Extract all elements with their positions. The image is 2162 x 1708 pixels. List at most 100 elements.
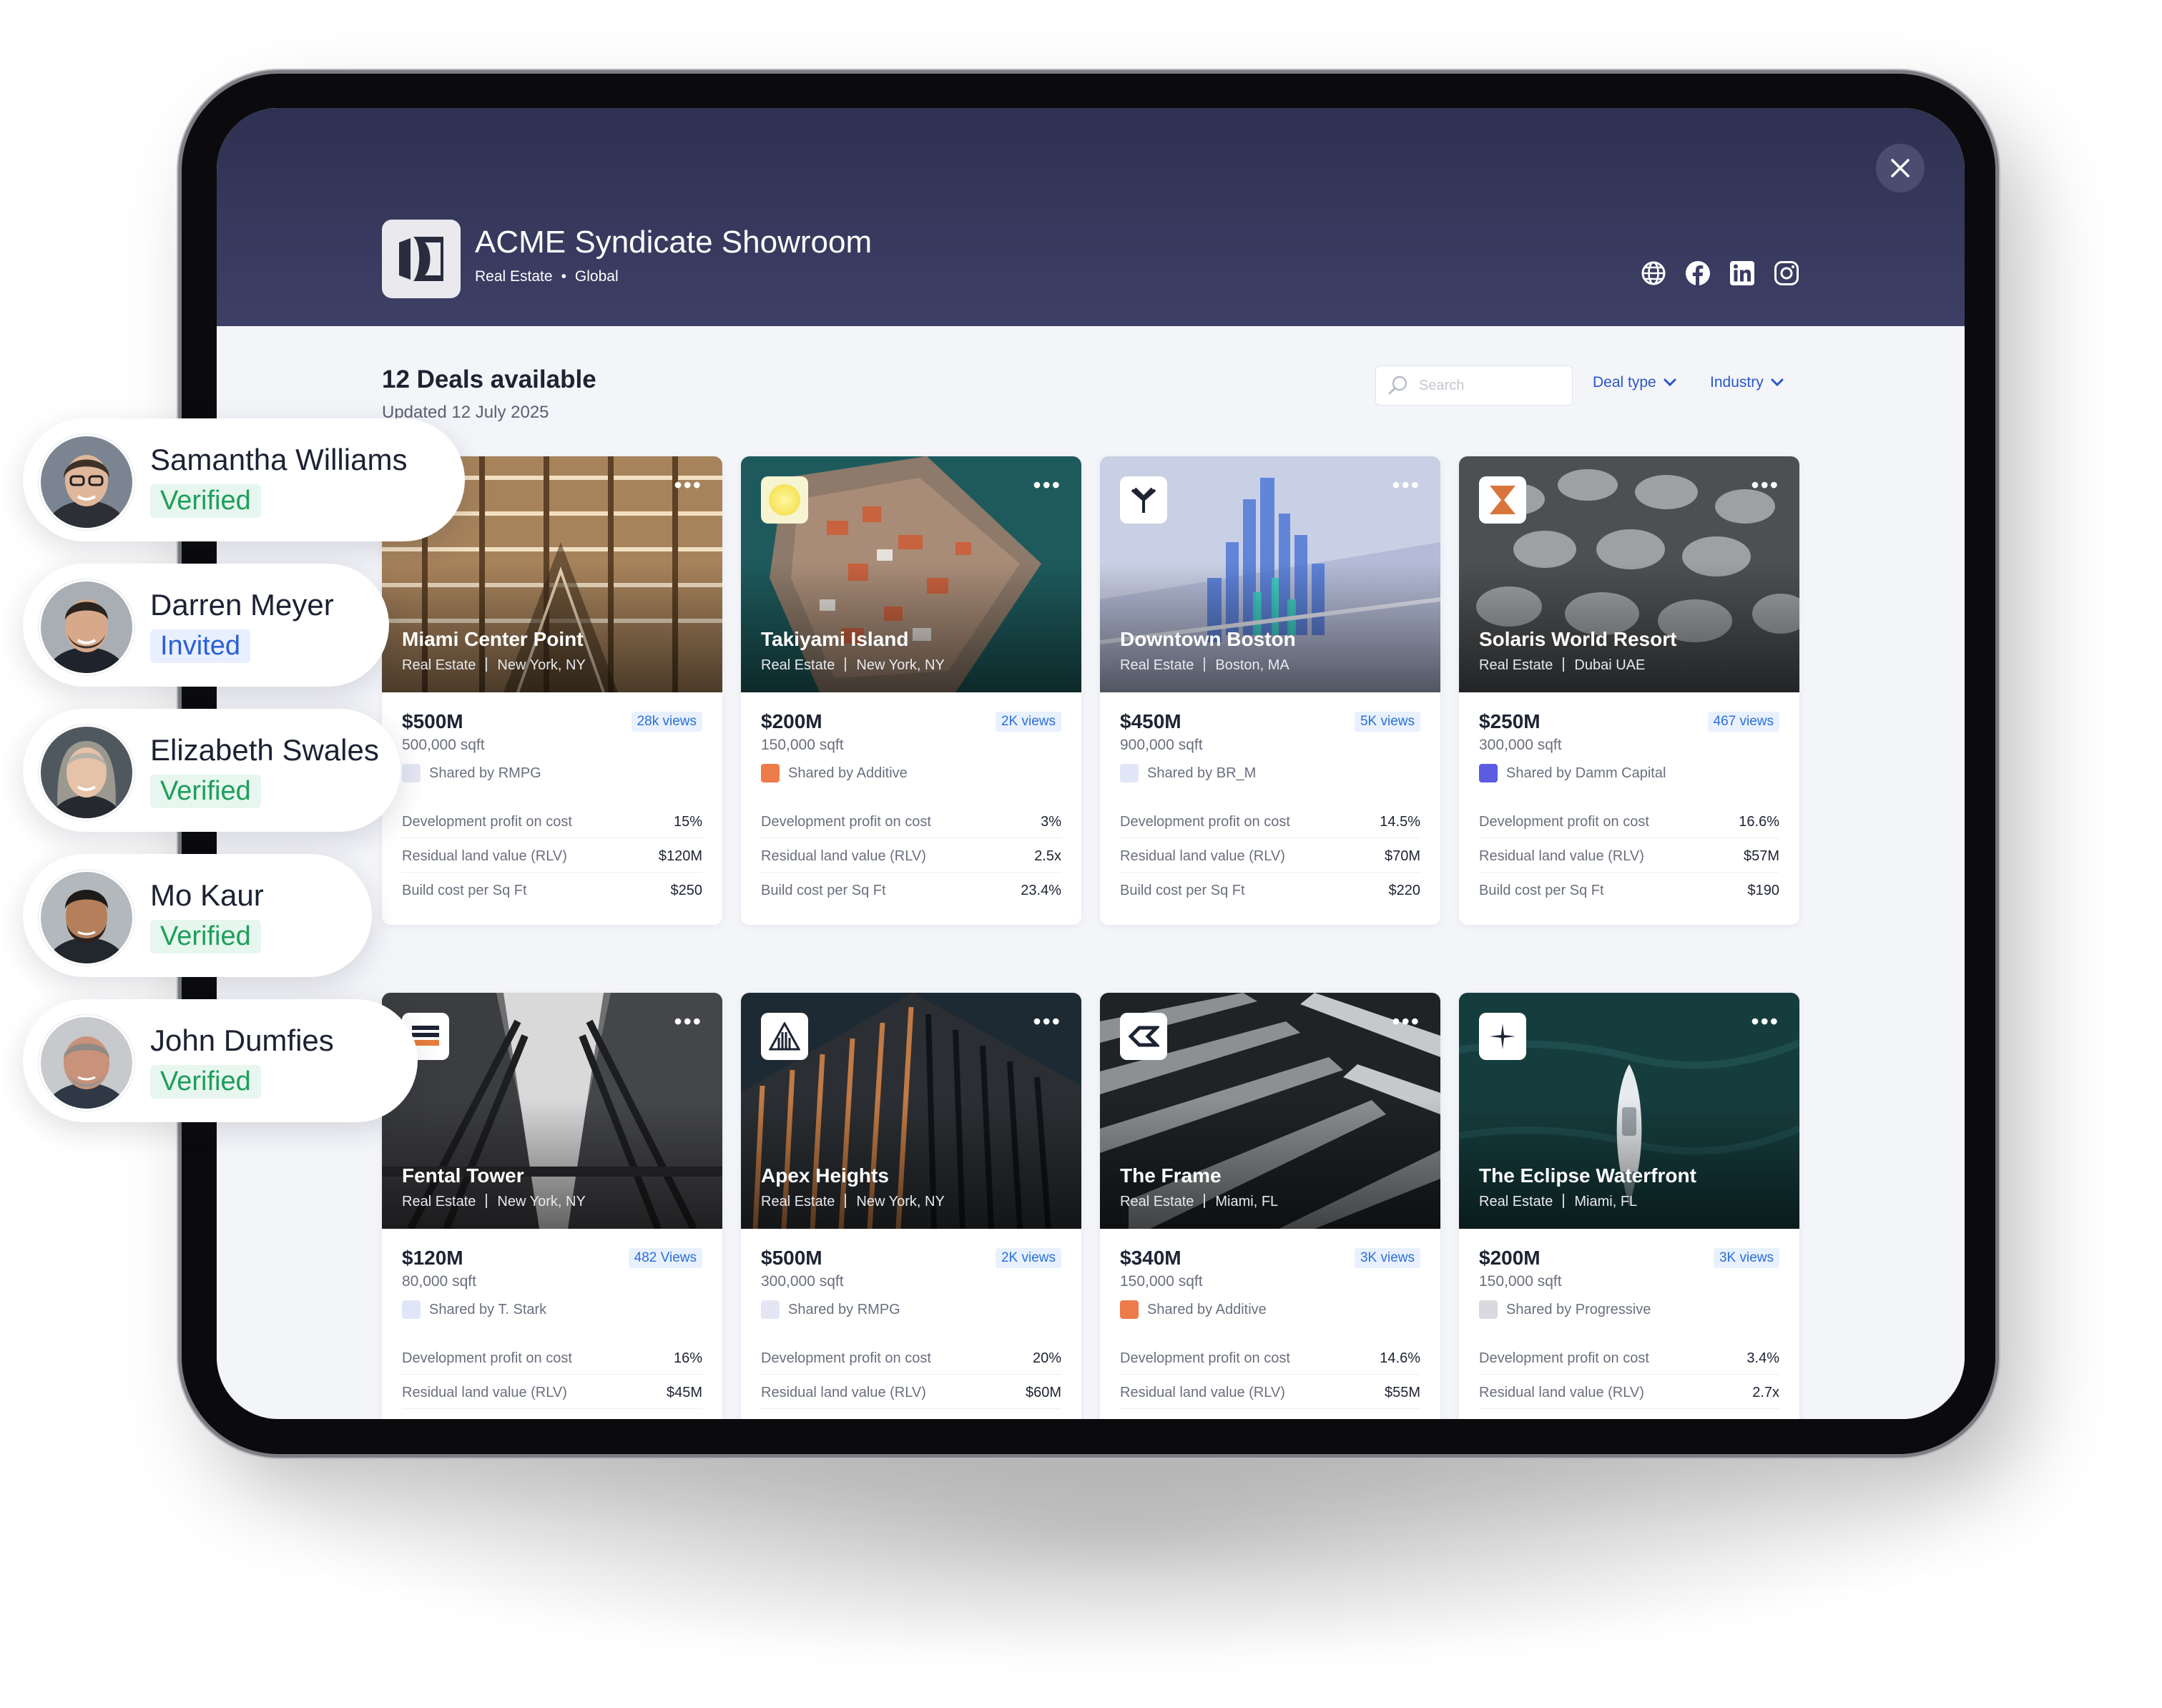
card-menu-button[interactable]: ••• — [1392, 1010, 1420, 1033]
deal-price: $500M — [761, 1247, 822, 1269]
metric-label: Build cost per Sq Ft — [1120, 883, 1245, 898]
deal-image: ••• Apex Heights Real Estate New York, NY — [741, 993, 1081, 1229]
views-badge: 3K views — [1713, 1248, 1779, 1268]
deal-card[interactable]: ••• Takiyami Island Real Estate New York,… — [741, 456, 1081, 925]
search-input[interactable] — [1417, 376, 1563, 395]
views-badge: 28k views — [631, 712, 702, 732]
linkedin-icon — [1730, 261, 1754, 285]
close-button[interactable] — [1876, 144, 1925, 192]
metric-value: $120M — [658, 848, 702, 864]
deal-category: Real Estate — [1120, 657, 1194, 673]
status-badge: Verified — [150, 484, 261, 518]
search-field[interactable] — [1375, 365, 1573, 406]
deal-card[interactable]: ••• Downtown Boston Real Estate Boston, M… — [1100, 456, 1440, 925]
deal-name: Miami Center Point — [402, 628, 584, 650]
company-category: Real Estate — [475, 268, 553, 285]
metric-label: Residual land value (RLV) — [402, 1385, 567, 1400]
user-avatar-mo — [41, 872, 132, 963]
deal-location: New York, NY — [856, 1194, 945, 1209]
card-menu-button[interactable]: ••• — [674, 1010, 702, 1033]
user-pill[interactable]: John Dumfies Verified — [23, 999, 418, 1122]
deal-price: $450M — [1120, 710, 1181, 732]
frame-logo-icon — [1128, 1026, 1159, 1047]
deal-name: Fental Tower — [402, 1164, 524, 1187]
user-pill[interactable]: Darren Meyer Invited — [23, 564, 389, 687]
deals-count-heading: 12 Deals available — [382, 365, 596, 393]
deal-image: ••• Downtown Boston Real Estate Boston, M… — [1100, 456, 1440, 692]
sun-logo-icon — [769, 484, 800, 516]
metric-value: 20% — [1032, 1350, 1061, 1366]
metric-label: Residual land value (RLV) — [1120, 1385, 1285, 1400]
deal-price: $200M — [761, 710, 822, 732]
meta-separator — [845, 1194, 847, 1208]
metric-dev-profit: Development profit on cost 16% — [402, 1350, 702, 1375]
card-menu-button[interactable]: ••• — [1751, 473, 1779, 496]
user-pill[interactable]: Mo Kaur Verified — [23, 854, 372, 977]
metric-rlv: Residual land value (RLV) $45M — [402, 1385, 702, 1409]
card-menu-button[interactable]: ••• — [1392, 473, 1420, 496]
metric-dev-profit: Development profit on cost 14.5% — [1120, 814, 1420, 838]
deal-name: Apex Heights — [761, 1164, 889, 1187]
metric-dev-profit: Development profit on cost 20% — [761, 1350, 1061, 1375]
metric-dev-profit: Development profit on cost 16.6% — [1479, 814, 1779, 838]
shared-by: Shared by Damm Capital — [1479, 764, 1666, 782]
deal-card[interactable]: ••• The Eclipse Waterfront Real Estate Mi… — [1459, 993, 1799, 1419]
metric-value: 23.4% — [1021, 883, 1061, 898]
shared-by: Shared by BR_M — [1120, 764, 1256, 782]
showroom-header: ACME Syndicate Showroom Real Estate • Glob… — [217, 108, 1965, 326]
hourglass-logo-icon — [1490, 486, 1515, 514]
deal-card[interactable]: ••• The Frame Real Estate Miami, FL $340M… — [1100, 993, 1440, 1419]
meta-separator — [486, 657, 488, 672]
card-menu-button[interactable]: ••• — [1033, 473, 1061, 496]
progressive-logo-icon — [1479, 1300, 1498, 1319]
deal-location: Miami, FL — [1215, 1194, 1279, 1209]
views-badge: 467 views — [1707, 712, 1779, 732]
metric-value: 16.6% — [1739, 814, 1779, 830]
metric-value: $70M — [1384, 848, 1420, 864]
metric-rlv: Residual land value (RLV) $120M — [402, 848, 702, 873]
metric-label: Development profit on cost — [761, 814, 931, 830]
metric-dev-profit: Development profit on cost 15% — [402, 814, 702, 838]
deal-card[interactable]: ••• Apex Heights Real Estate New York, NY… — [741, 993, 1081, 1419]
linkedin-link[interactable] — [1729, 260, 1756, 287]
deal-location: Boston, MA — [1215, 657, 1289, 673]
showroom-screen: ACME Syndicate Showroom Real Estate • Glob… — [217, 108, 1965, 1419]
deal-type-label: Deal type — [1593, 374, 1656, 391]
user-name: Darren Meyer — [150, 588, 334, 622]
deal-image: ••• The Frame Real Estate Miami, FL — [1100, 993, 1440, 1229]
metric-label: Residual land value (RLV) — [1479, 848, 1644, 864]
metric-label: Residual land value (RLV) — [761, 1385, 926, 1400]
website-link[interactable] — [1640, 260, 1667, 287]
avatar — [39, 870, 134, 966]
shared-by-label: Shared by T. Stark — [429, 1301, 547, 1317]
deal-image: ••• The Eclipse Waterfront Real Estate Mi… — [1459, 993, 1799, 1229]
metric-rlv: Residual land value (RLV) $57M — [1479, 848, 1779, 873]
card-menu-button[interactable]: ••• — [674, 473, 702, 496]
meta-separator — [1204, 657, 1206, 672]
deal-price: $120M — [402, 1247, 463, 1269]
metric-rlv: Residual land value (RLV) $55M — [1120, 1385, 1420, 1409]
instagram-link[interactable] — [1773, 260, 1800, 287]
deal-category: Real Estate — [402, 1194, 476, 1209]
user-name: John Dumfies — [150, 1024, 334, 1057]
search-icon — [1388, 376, 1407, 395]
metric-label: Build cost per Sq Ft — [1479, 883, 1604, 898]
industry-dropdown[interactable]: Industry — [1710, 374, 1784, 391]
deal-price: $250M — [1479, 710, 1541, 732]
user-pill[interactable]: Elizabeth Swales Verified — [23, 709, 401, 832]
brand-badge — [1479, 1013, 1526, 1060]
meta-separator — [1563, 657, 1565, 672]
shared-by: Shared by Additive — [1120, 1300, 1267, 1319]
deal-card[interactable]: ••• Solaris World Resort Real Estate Duba… — [1459, 456, 1799, 925]
facebook-link[interactable] — [1684, 260, 1711, 287]
deal-card[interactable]: ••• Fental Tower Real Estate New York, NY… — [382, 993, 722, 1419]
metric-value: $60M — [1025, 1385, 1061, 1400]
metric-label: Residual land value (RLV) — [402, 848, 567, 864]
facebook-icon — [1686, 261, 1710, 285]
card-menu-button[interactable]: ••• — [1751, 1010, 1779, 1033]
shared-by-label: Shared by RMPG — [788, 1301, 900, 1317]
user-pill[interactable]: Samantha Williams Verified — [23, 418, 465, 541]
card-menu-button[interactable]: ••• — [1033, 1010, 1061, 1033]
deal-type-dropdown[interactable]: Deal type — [1593, 374, 1676, 391]
deal-category: Real Estate — [1120, 1194, 1194, 1209]
